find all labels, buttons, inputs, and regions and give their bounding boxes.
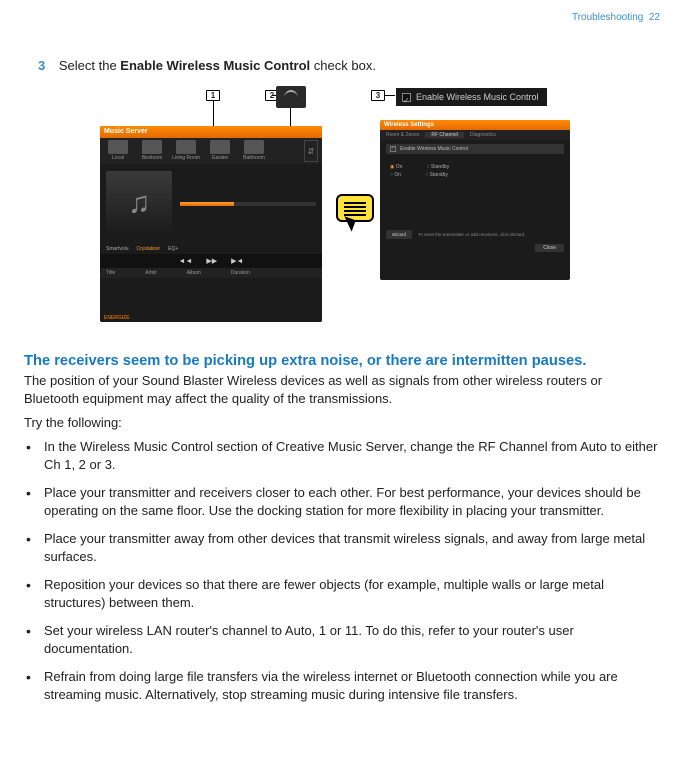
device-row: Local Bedroom Living Room Garden Bathroo… (100, 138, 322, 164)
chip-label: Enable Wireless Music Control (416, 88, 539, 106)
wifi-indicator-icon: ⇵ (304, 140, 318, 162)
close-button: Close (535, 244, 564, 252)
music-server-panel: Music Server Local Bedroom Living Room G… (100, 126, 322, 322)
list-item: Place your transmitter and receivers clo… (24, 484, 660, 519)
list-item: Reposition your devices so that there ar… (24, 576, 660, 611)
radio-on: On (390, 164, 402, 170)
close-row: Close (380, 243, 570, 253)
wifi-icon (276, 86, 306, 108)
now-playing-area (100, 164, 322, 244)
wizard-row: Wizard To reset the transmitter or add r… (380, 226, 570, 243)
prev-icon: ◄◄ (179, 258, 193, 265)
page-number: 22 (649, 12, 660, 23)
callout-line (385, 95, 395, 96)
radio-on-2: On (390, 172, 401, 178)
figure-area: 1 2 3 Enable Wireless Music Control Musi… (100, 86, 624, 326)
device-bathroom: Bathroom (240, 140, 268, 162)
brand-label: ENERGIZE (104, 315, 130, 321)
step-number: 3 (38, 58, 45, 73)
progress-bar (180, 202, 316, 206)
wizard-button: Wizard (386, 230, 412, 239)
section-name: Troubleshooting (572, 12, 643, 23)
enable-wireless-chip: Enable Wireless Music Control (396, 88, 547, 106)
play-icon: ▶▶ (206, 257, 217, 265)
panel-title: Music Server (100, 126, 322, 138)
column-headers: Title Artist Album Duration (100, 268, 322, 278)
wireless-settings-panel: Wireless Settings Room & Zones RF Channe… (380, 120, 570, 280)
step-text-prefix: Select the (59, 58, 120, 73)
try-following-line: Try the following: (24, 415, 122, 430)
list-item: Refrain from doing large file transfers … (24, 668, 660, 703)
step-instruction: 3 Select the Enable Wireless Music Contr… (38, 58, 660, 73)
transport-controls: ◄◄ ▶▶ ▶◄ (100, 254, 322, 268)
checkbox-icon (390, 146, 396, 152)
list-item: Set your wireless LAN router's channel t… (24, 622, 660, 657)
troubleshoot-heading: The receivers seem to be picking up extr… (24, 353, 660, 369)
device-local: Local (104, 140, 132, 162)
bullet-list: In the Wireless Music Control section of… (24, 438, 660, 715)
radio-block: On Standby On Standby (380, 158, 570, 184)
playlist-area (100, 278, 322, 322)
device-garden: Garden (206, 140, 234, 162)
device-living: Living Room (172, 140, 200, 162)
speech-bubble-icon (336, 194, 374, 222)
tab-rfchannel: RF Channel (425, 132, 464, 138)
callout-3: 3 (371, 90, 385, 101)
step-text-bold: Enable Wireless Music Control (120, 58, 310, 73)
radio-standby-2: Standby (425, 172, 448, 178)
list-item: In the Wireless Music Control section of… (24, 438, 660, 473)
device-bedroom: Bedroom (138, 140, 166, 162)
enable-wireless-row: Enable Wireless Music Control (386, 144, 564, 154)
callout-1: 1 (206, 90, 220, 101)
settings-tabs: Room & Zones RF Channel Diagnostics (380, 130, 570, 140)
tab-rooms: Room & Zones (380, 132, 425, 138)
tab-diagnostics: Diagnostics (464, 132, 502, 138)
checkbox-icon (402, 93, 411, 102)
album-art-icon (106, 171, 172, 237)
step-text-suffix: check box. (310, 58, 376, 73)
eq-row: Smartvolu Crystalizer EQ+ (100, 244, 322, 254)
panel-title: Wireless Settings (380, 120, 570, 130)
list-item: Place your transmitter away from other d… (24, 530, 660, 565)
page-header: Troubleshooting 22 (572, 12, 660, 23)
wizard-text: To reset the transmitter or add receiver… (418, 232, 525, 237)
next-icon: ▶◄ (231, 257, 243, 265)
intro-paragraph: The position of your Sound Blaster Wirel… (24, 372, 660, 407)
radio-standby: Standby (426, 164, 449, 170)
